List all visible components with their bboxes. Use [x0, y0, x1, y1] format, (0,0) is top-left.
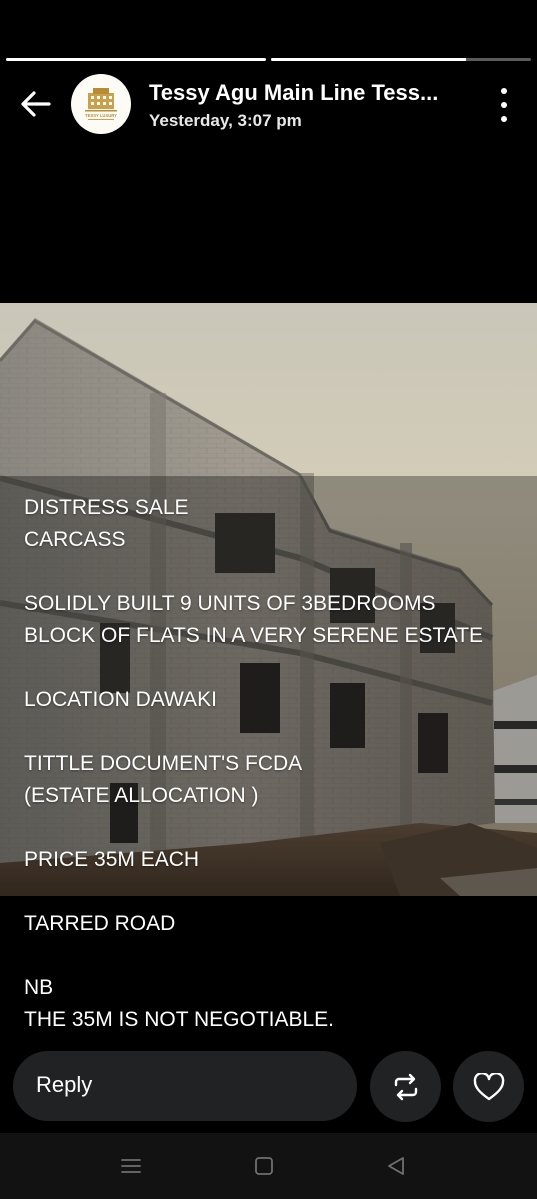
- triangle-back-icon: [388, 1157, 404, 1175]
- system-nav-bar: [0, 1133, 537, 1199]
- logo-text: TESSY LUXURY: [85, 113, 117, 118]
- home-button[interactable]: [244, 1151, 284, 1181]
- more-vertical-icon: [501, 88, 507, 94]
- arrow-left-icon: [21, 91, 51, 117]
- progress-segment-1: [6, 58, 266, 61]
- logo-image: TESSY LUXURY: [72, 75, 130, 133]
- progress-fill-2: [271, 58, 466, 61]
- like-button[interactable]: [453, 1051, 524, 1122]
- caption-line: LOCATION DAWAKI: [24, 688, 217, 711]
- more-vertical-icon-dot: [501, 116, 507, 122]
- caption-line: [24, 940, 524, 972]
- caption-line: CARCASS: [24, 528, 126, 551]
- story-caption: DISTRESS SALE CARCASS SOLIDLY BUILT 9 UN…: [24, 492, 524, 1036]
- story-timestamp: Yesterday, 3:07 pm: [149, 111, 302, 130]
- story-header: TESSY LUXURY Tessy Agu Main Line Tess...…: [0, 72, 537, 136]
- caption-line: [24, 556, 524, 588]
- caption-line: SOLIDLY BUILT 9 UNITS OF 3BEDROOMS: [24, 592, 436, 615]
- story-progress: [6, 58, 531, 61]
- caption-line: [24, 876, 524, 908]
- caption-line: TARRED ROAD: [24, 912, 176, 935]
- back-button[interactable]: [16, 86, 56, 122]
- repost-button[interactable]: [370, 1051, 441, 1122]
- heart-icon: [473, 1072, 504, 1100]
- more-vertical-icon-dot: [501, 102, 507, 108]
- progress-fill-1: [6, 58, 266, 61]
- avatar[interactable]: TESSY LUXURY: [71, 74, 131, 134]
- caption-line: [24, 652, 524, 684]
- recent-apps-icon: [121, 1159, 141, 1173]
- more-options-button[interactable]: [492, 88, 516, 122]
- caption-line: TITTLE DOCUMENT'S FCDA: [24, 752, 303, 775]
- caption-line: THE 35M IS NOT NEGOTIABLE.: [24, 1008, 335, 1031]
- caption-line: [24, 716, 524, 748]
- progress-segment-2: [271, 58, 531, 61]
- recent-apps-button[interactable]: [111, 1151, 151, 1181]
- reply-input[interactable]: Reply: [13, 1051, 357, 1121]
- caption-line: (ESTATE ALLOCATION ): [24, 784, 259, 807]
- caption-line: [24, 812, 524, 844]
- caption-line: PRICE 35M EACH: [24, 848, 200, 871]
- caption-line: BLOCK OF FLATS IN A VERY SERENE ESTATE: [24, 624, 484, 647]
- caption-line: NB: [24, 976, 54, 999]
- caption-line: DISTRESS SALE: [24, 496, 189, 519]
- home-square-icon: [255, 1157, 273, 1175]
- system-back-button[interactable]: [376, 1151, 416, 1181]
- repost-icon: [394, 1073, 417, 1100]
- story-title[interactable]: Tessy Agu Main Line Tess...: [149, 80, 438, 106]
- reply-placeholder: Reply: [36, 1072, 93, 1097]
